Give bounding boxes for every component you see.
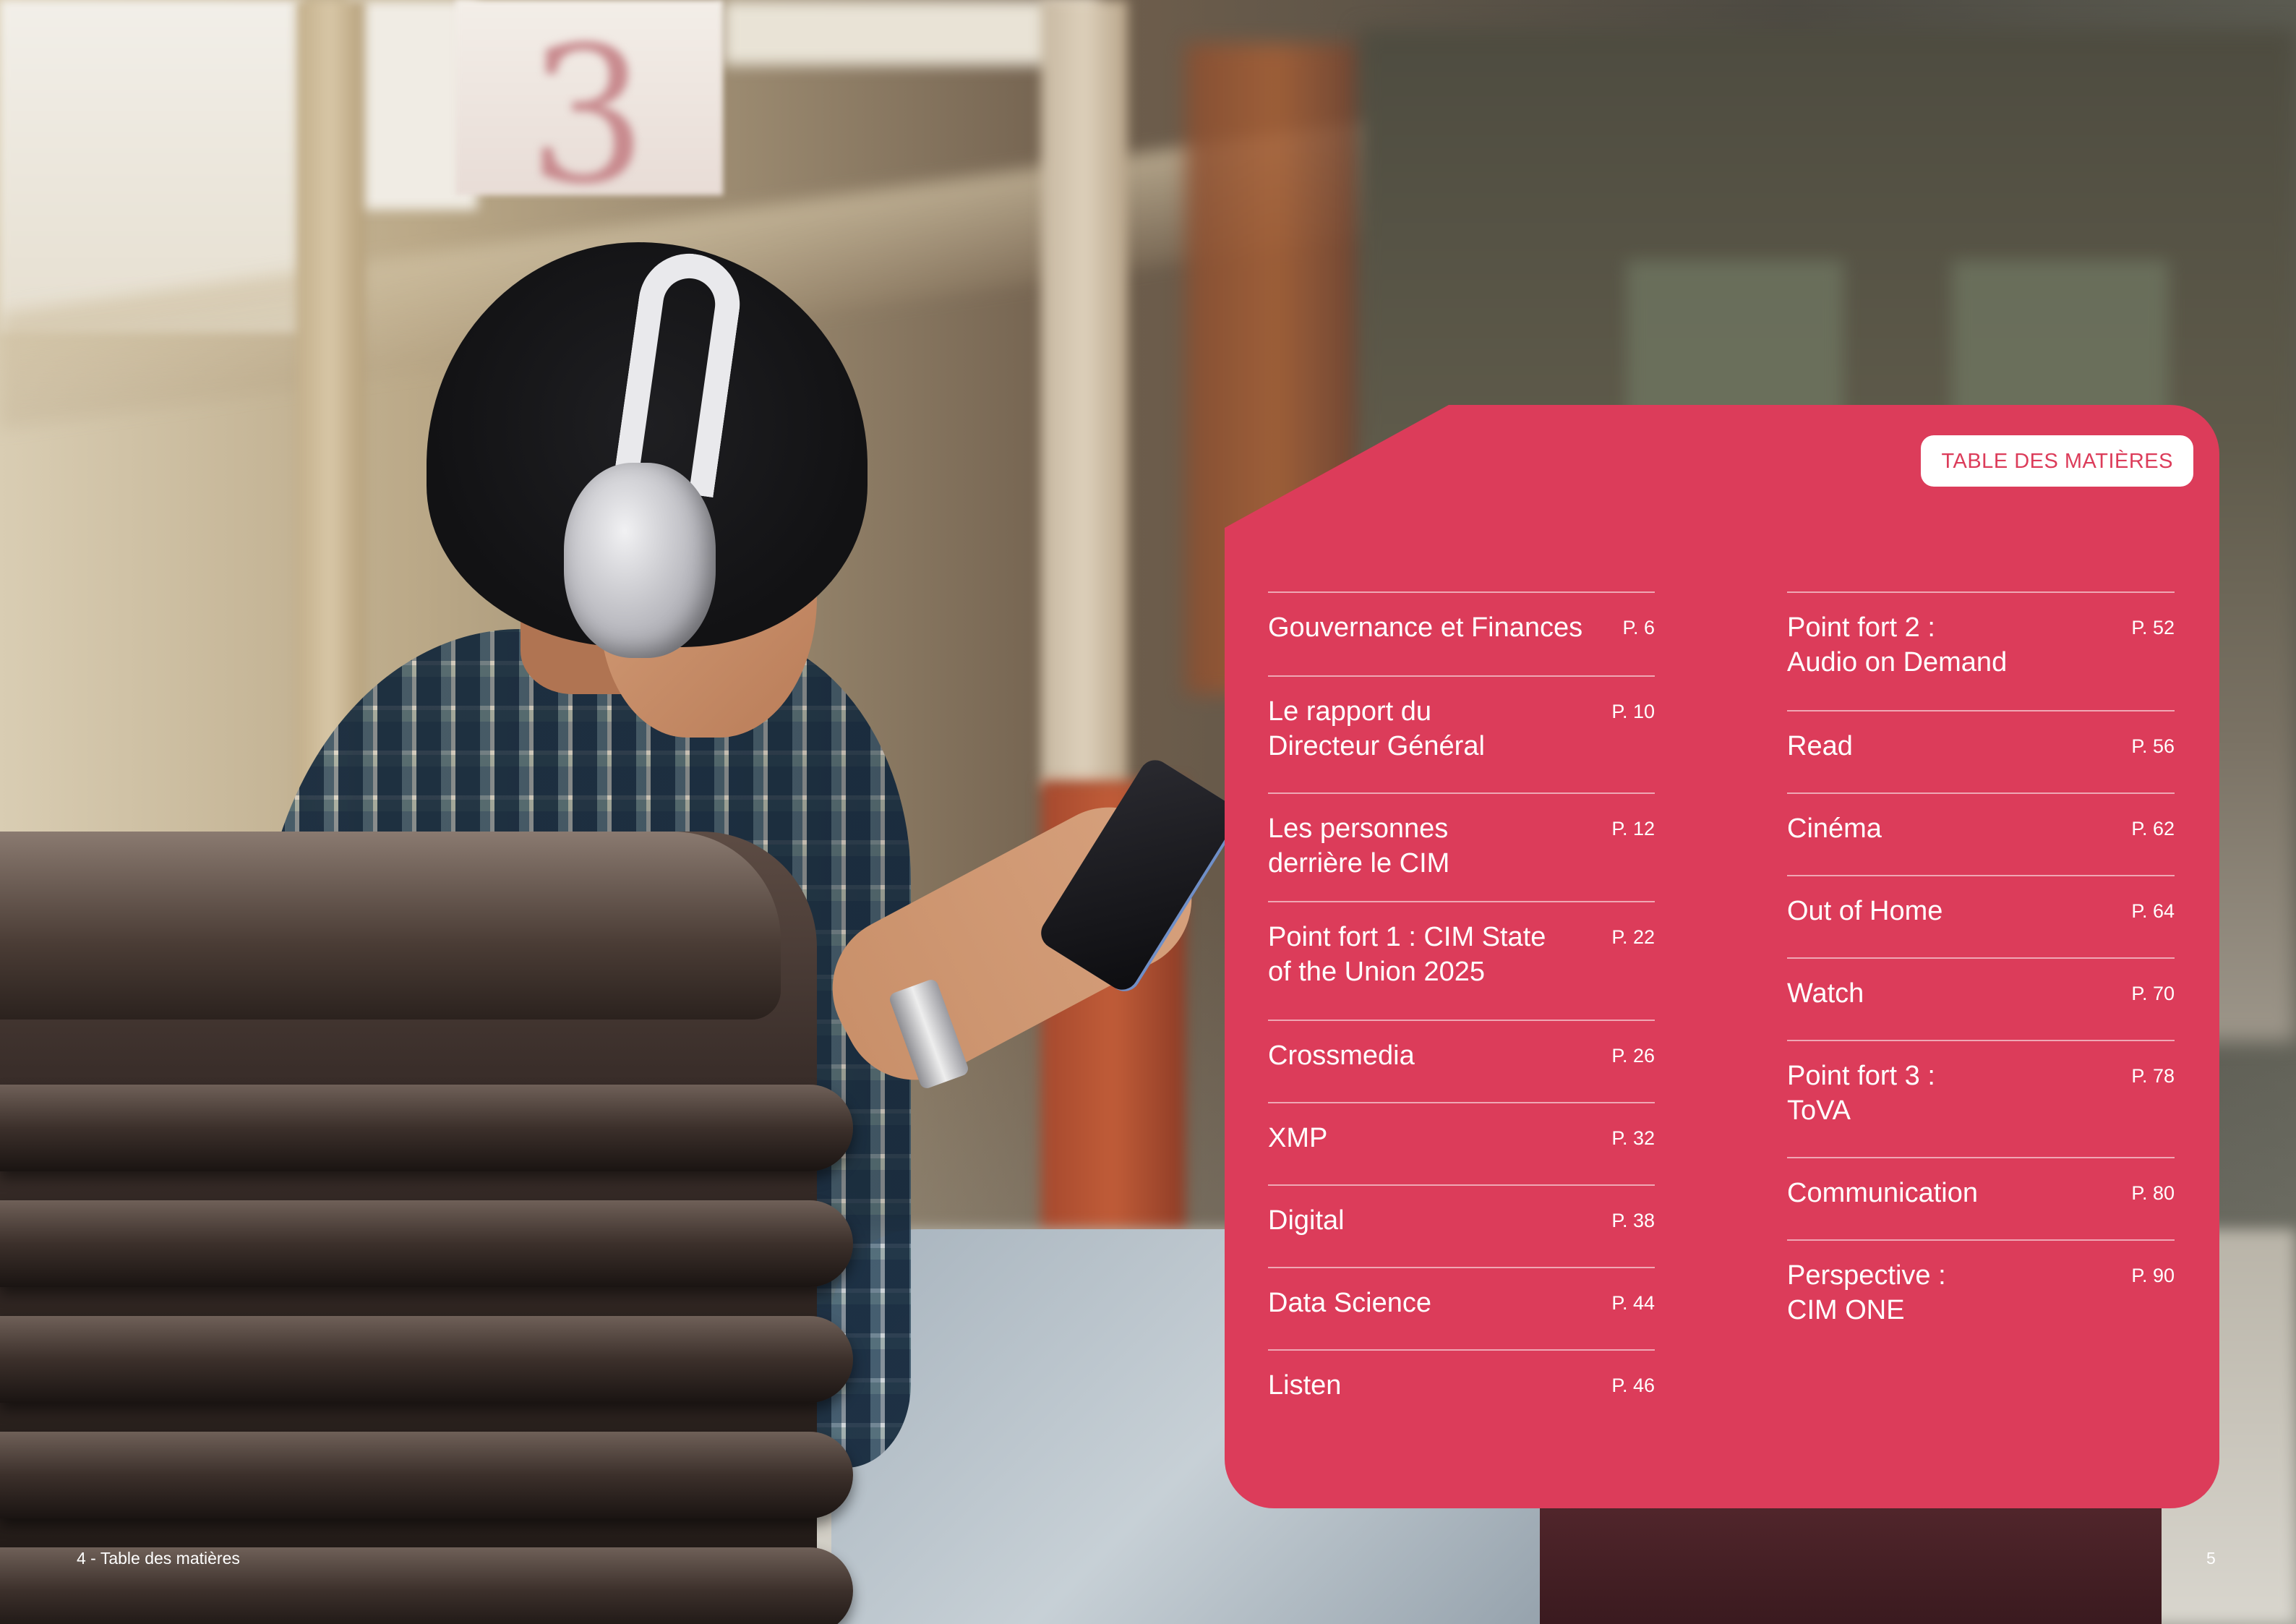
toc-entry-title: Crossmedia (1268, 1040, 1415, 1071)
toc-entry-title: Point fort 3 : ToVA (1787, 1061, 1935, 1126)
photo-bench-slat (0, 1432, 853, 1518)
toc-entry-title: Digital (1268, 1205, 1345, 1236)
toc-entry-page-number: P. 38 (1611, 1210, 1655, 1231)
toc-entry-title: Out of Home (1787, 896, 1943, 926)
page-footer-left: 4 - Table des matières (77, 1549, 240, 1568)
toc-entry[interactable]: XMP P. 32 (1268, 1102, 1655, 1184)
toc-entry[interactable]: Cinéma P. 62 (1787, 792, 2175, 875)
photo-platform-sign-number: 3 (528, 7, 648, 226)
toc-heading-badge: TABLE DES MATIÈRES (1921, 435, 2193, 487)
page-number-right: 5 (2206, 1549, 2216, 1568)
toc-entry-page-number: P. 56 (2131, 735, 2175, 757)
photo-bench-slat (0, 1200, 853, 1287)
toc-entry-page-number: P. 64 (2131, 900, 2175, 922)
photo-bench-slat (0, 1085, 853, 1171)
toc-entry[interactable]: Out of Home P. 64 (1787, 875, 2175, 957)
toc-entry[interactable]: Point fort 1 : CIM State of the Union 20… (1268, 901, 1655, 1020)
toc-entry[interactable]: Les personnes derrière le CIM P. 12 (1268, 792, 1655, 901)
toc-entry-page-number: P. 32 (1611, 1127, 1655, 1149)
toc-entry-page-number: P. 22 (1611, 926, 1655, 948)
toc-entry[interactable]: Point fort 3 : ToVA P. 78 (1787, 1040, 2175, 1157)
toc-entry-title: Cinéma (1787, 813, 1882, 844)
toc-entry-page-number: P. 10 (1611, 701, 1655, 722)
toc-entry-title: Read (1787, 731, 1853, 761)
photo-pillar (1041, 0, 1128, 788)
toc-entry[interactable]: Watch P. 70 (1787, 957, 2175, 1040)
toc-entry-title: Watch (1787, 978, 1864, 1009)
photo-bench-slat (0, 1316, 853, 1403)
toc-entry-page-number: P. 46 (1611, 1375, 1655, 1396)
toc-entry[interactable]: Crossmedia P. 26 (1268, 1020, 1655, 1102)
toc-entry-title: Gouvernance et Finances (1268, 612, 1583, 643)
toc-entry-page-number: P. 70 (2131, 983, 2175, 1004)
toc-entry[interactable]: Digital P. 38 (1268, 1184, 1655, 1267)
toc-entry[interactable]: Data Science P. 44 (1268, 1267, 1655, 1349)
toc-entry[interactable]: Gouvernance et Finances P. 6 (1268, 591, 1655, 675)
toc-left-column: Gouvernance et Finances P. 6 Le rapport du… (1268, 591, 1655, 1432)
toc-entry-title: XMP (1268, 1123, 1328, 1153)
toc-entry-title: Point fort 1 : CIM State of the Union 20… (1268, 922, 1546, 987)
toc-entry[interactable]: Read P. 56 (1787, 710, 2175, 792)
toc-entry[interactable]: Le rapport du Directeur Général P. 10 (1268, 675, 1655, 792)
toc-entry-page-number: P. 26 (1611, 1045, 1655, 1067)
toc-entry[interactable]: Listen P. 46 (1268, 1349, 1655, 1432)
toc-entry-page-number: P. 52 (2131, 617, 2175, 638)
toc-entry-title: Point fort 2 : Audio on Demand (1787, 612, 2008, 678)
toc-entry-title: Communication (1787, 1178, 1978, 1208)
toc-entry-page-number: P. 90 (2131, 1265, 2175, 1286)
toc-entry-page-number: P. 6 (1622, 617, 1655, 638)
photo-bench-top (0, 832, 781, 1020)
toc-entry[interactable]: Communication P. 80 (1787, 1157, 2175, 1239)
toc-entry[interactable]: Point fort 2 : Audio on Demand P. 52 (1787, 591, 2175, 710)
toc-entry-title: Le rapport du Directeur Général (1268, 696, 1485, 761)
toc-entry-page-number: P. 62 (2131, 818, 2175, 839)
toc-entry-title: Data Science (1268, 1288, 1432, 1318)
toc-right-column: Point fort 2 : Audio on Demand P. 52 Read P… (1787, 591, 2175, 1333)
toc-entry-title: Les personnes derrière le CIM (1268, 813, 1450, 879)
toc-entry-title: Listen (1268, 1370, 1342, 1401)
toc-entry-page-number: P. 80 (2131, 1182, 2175, 1204)
headphones-cup-icon (564, 463, 716, 658)
table-of-contents-card: TABLE DES MATIÈRES Gouvernance et Financ… (1225, 405, 2219, 1508)
toc-entry-page-number: P. 12 (1611, 818, 1655, 839)
toc-entry[interactable]: Perspective : CIM ONE P. 90 (1787, 1239, 2175, 1333)
toc-entry-title: Perspective : CIM ONE (1787, 1260, 1946, 1325)
toc-entry-page-number: P. 44 (1611, 1292, 1655, 1314)
toc-entry-page-number: P. 78 (2131, 1065, 2175, 1087)
